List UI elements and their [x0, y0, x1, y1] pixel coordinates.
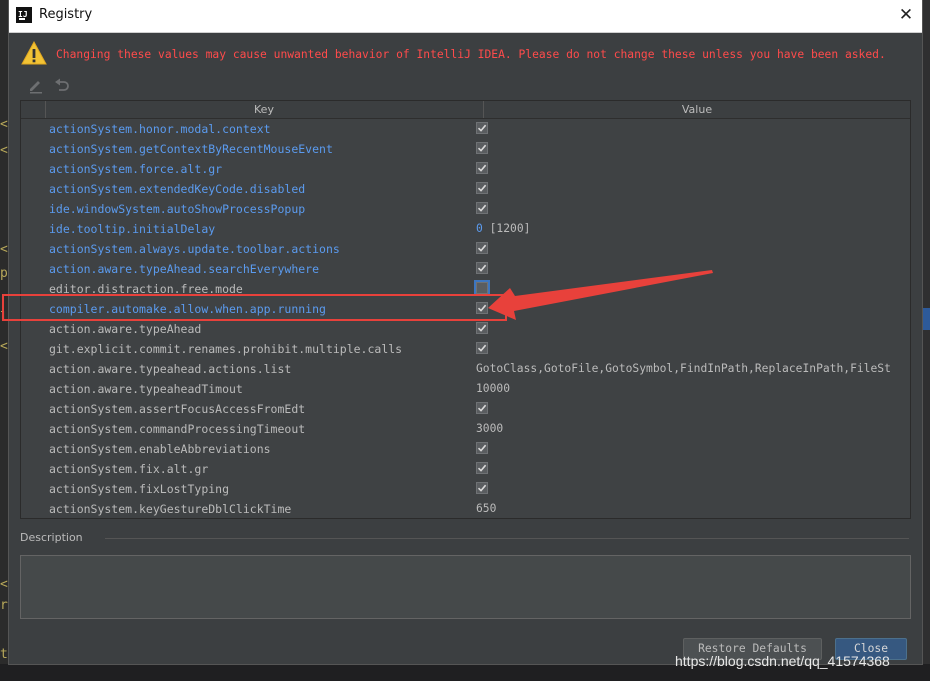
window-title: Registry — [39, 7, 93, 22]
table-row[interactable]: actionSystem.always.update.toolbar.actio… — [21, 239, 901, 259]
warning-icon — [21, 40, 47, 65]
checkbox-checked[interactable] — [476, 162, 488, 174]
registry-key: actionSystem.keyGestureDblClickTime — [49, 502, 292, 516]
table-header: Key Value — [21, 101, 910, 119]
registry-key: action.aware.typeAhead — [49, 322, 202, 336]
registry-key: actionSystem.commandProcessingTimeout — [49, 422, 306, 436]
checkbox-checked[interactable] — [476, 482, 488, 494]
table-row[interactable]: actionSystem.fix.alt.gr — [21, 459, 901, 479]
registry-key: actionSystem.getContextByRecentMouseEven… — [49, 142, 333, 156]
registry-key: actionSystem.fix.alt.gr — [49, 462, 209, 476]
table-row[interactable]: git.explicit.commit.renames.prohibit.mul… — [21, 339, 901, 359]
edit-icon[interactable] — [27, 76, 45, 94]
registry-key: actionSystem.extendedKeyCode.disabled — [49, 182, 306, 196]
table-row[interactable]: action.aware.typeAhead — [21, 319, 901, 339]
checkbox-checked[interactable] — [476, 402, 488, 414]
registry-value[interactable]: 3000 — [476, 419, 901, 439]
warning-message: Changing these values may cause unwanted… — [56, 48, 886, 61]
description-panel — [20, 555, 911, 619]
checkbox-checked[interactable] — [476, 262, 488, 274]
registry-key: actionSystem.always.update.toolbar.actio… — [49, 242, 340, 256]
registry-key: action.aware.typeahead.actions.list — [49, 362, 292, 376]
registry-dialog: IJ Registry ✕ Changing these values may … — [9, 0, 922, 664]
registry-value[interactable]: GotoClass,GotoFile,GotoSymbol,FindInPath… — [476, 359, 901, 379]
scrollbar-thumb[interactable] — [910, 121, 911, 137]
registry-key: ide.tooltip.initialDelay — [49, 222, 216, 236]
table-row[interactable]: ide.tooltip.initialDelay 0 [1200] — [21, 219, 901, 239]
registry-value[interactable]: 0 [1200] — [476, 219, 901, 239]
registry-key: actionSystem.fixLostTyping — [49, 482, 230, 496]
default-value: [1200] — [489, 222, 531, 235]
description-label: Description — [20, 531, 83, 544]
editor-background-right — [922, 0, 930, 681]
checkbox-checked[interactable] — [476, 202, 488, 214]
table-row[interactable]: action.aware.typeahead.actions.list GotoC… — [21, 359, 901, 379]
value-text: 0 — [476, 222, 483, 235]
table-row[interactable]: actionSystem.enableAbbreviations — [21, 439, 901, 459]
description-divider — [105, 538, 909, 539]
registry-key: ide.windowSystem.autoShowProcessPopup — [49, 202, 306, 216]
checkbox-unchecked[interactable] — [476, 282, 488, 294]
watermark: https://blog.csdn.net/qq_41574368 — [675, 653, 890, 669]
table-row[interactable]: actionSystem.assertFocusAccessFromEdt — [21, 399, 901, 419]
registry-key: action.aware.typeaheadTimout — [49, 382, 243, 396]
value-text: 10000 — [476, 382, 511, 395]
table-row[interactable]: ide.windowSystem.autoShowProcessPopup — [21, 199, 901, 219]
value-text: 3000 — [476, 422, 504, 435]
checkbox-checked[interactable] — [476, 242, 488, 254]
table-row[interactable]: actionSystem.force.alt.gr — [21, 159, 901, 179]
revert-icon[interactable] — [53, 76, 71, 94]
table-row[interactable]: actionSystem.fixLostTyping — [21, 479, 901, 499]
value-text: GotoClass,GotoFile,GotoSymbol,FindInPath… — [476, 362, 891, 375]
annotation-highlight-box — [2, 294, 507, 321]
registry-key: actionSystem.enableAbbreviations — [49, 442, 271, 456]
checkbox-checked[interactable] — [476, 342, 488, 354]
header-spacer — [21, 101, 46, 118]
registry-key: actionSystem.assertFocusAccessFromEdt — [49, 402, 306, 416]
table-row[interactable]: actionSystem.honor.modal.context — [21, 119, 901, 139]
registry-value[interactable]: 10000 — [476, 379, 901, 399]
registry-key: actionSystem.force.alt.gr — [49, 162, 223, 176]
table-row[interactable]: actionSystem.keyGestureDblClickTime 650 — [21, 499, 901, 518]
checkbox-checked[interactable] — [476, 462, 488, 474]
registry-key: git.explicit.commit.renames.prohibit.mul… — [49, 342, 403, 356]
checkbox-checked[interactable] — [476, 322, 488, 334]
checkbox-checked[interactable] — [476, 442, 488, 454]
header-key[interactable]: Key — [45, 101, 484, 118]
checkbox-checked[interactable] — [476, 122, 488, 134]
table-scrollbar[interactable] — [909, 119, 911, 518]
header-value[interactable]: Value — [484, 101, 910, 118]
title-bar: IJ Registry ✕ — [9, 0, 922, 33]
table-row[interactable]: actionSystem.getContextByRecentMouseEven… — [21, 139, 901, 159]
registry-key: action.aware.typeAhead.searchEverywhere — [49, 262, 320, 276]
close-icon[interactable]: ✕ — [894, 3, 918, 27]
registry-value[interactable]: 650 — [476, 499, 901, 518]
checkbox-checked[interactable] — [476, 142, 488, 154]
editor-selection-strip — [922, 308, 930, 330]
table-row[interactable]: actionSystem.extendedKeyCode.disabled — [21, 179, 901, 199]
registry-key: actionSystem.honor.modal.context — [49, 122, 271, 136]
checkbox-checked[interactable] — [476, 182, 488, 194]
value-text: 650 — [476, 502, 497, 515]
table-row[interactable]: action.aware.typeaheadTimout 10000 — [21, 379, 901, 399]
table-row[interactable]: actionSystem.commandProcessingTimeout 300… — [21, 419, 901, 439]
intellij-app-icon: IJ — [16, 7, 32, 23]
table-row[interactable]: action.aware.typeAhead.searchEverywhere — [21, 259, 901, 279]
